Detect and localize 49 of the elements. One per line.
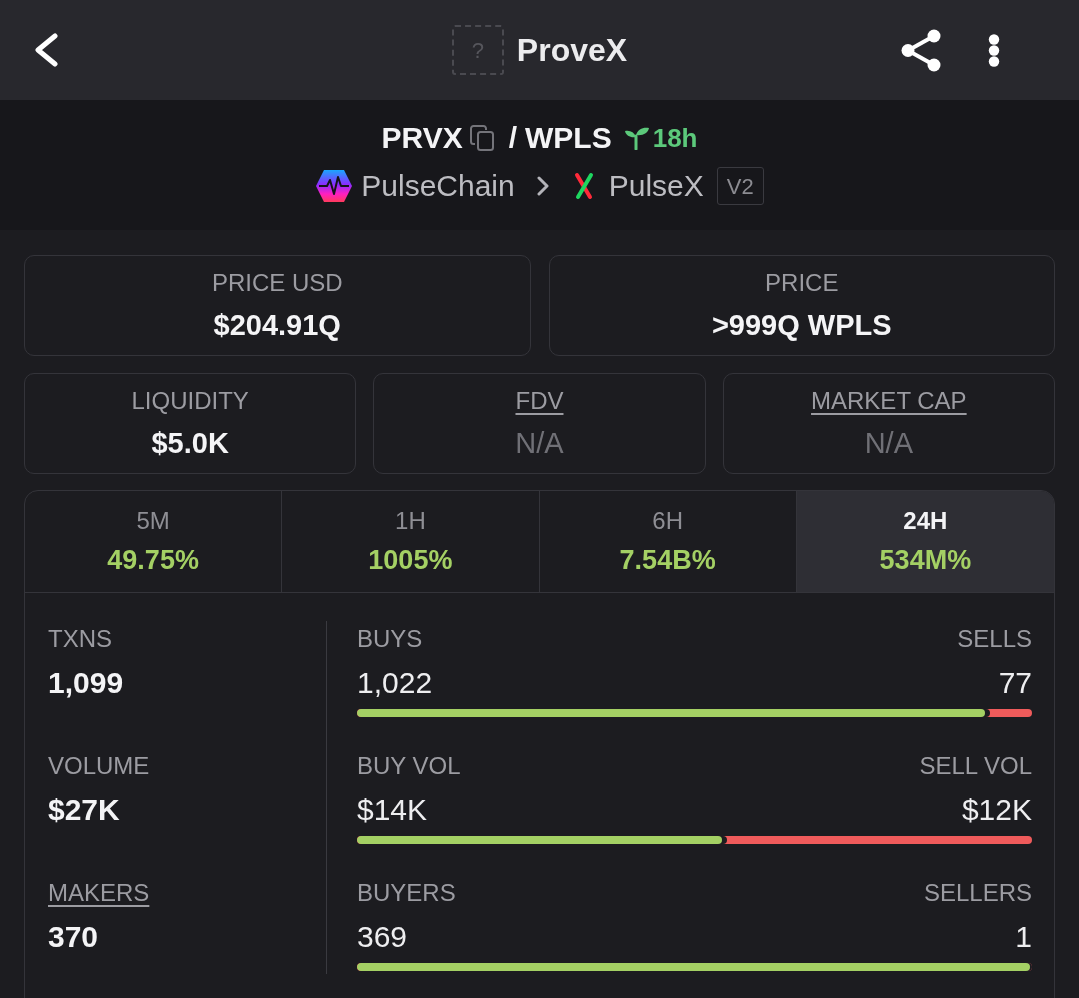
token-placeholder-icon: ?	[451, 25, 504, 75]
card-label: PRICE	[765, 268, 839, 298]
card-value: $204.91Q	[213, 308, 341, 343]
share-icon[interactable]	[900, 28, 942, 72]
card-label: MARKET CAP	[811, 386, 967, 416]
card-value: $5.0K	[151, 426, 229, 461]
timeframe-tab[interactable]: 24H 534M%	[796, 491, 1054, 592]
sell-value: 77	[998, 665, 1032, 701]
card-label: LIQUIDITY	[131, 386, 249, 416]
copy-icon[interactable]	[469, 125, 494, 151]
base-token-symbol: PRVX	[381, 120, 463, 156]
buy-label: BUYS	[357, 624, 423, 654]
timeframe-tab[interactable]: 6H 7.54B%	[539, 491, 797, 592]
card-value: >999Q WPLS	[711, 308, 892, 343]
sell-label: SELLS	[957, 624, 1032, 654]
timeframe-tab[interactable]: 1H 1005%	[282, 491, 540, 592]
buy-value: 1,022	[357, 665, 433, 701]
chain-name[interactable]: PulseChain	[361, 168, 515, 204]
dex-logo-icon	[572, 172, 595, 200]
sell-label: SELLERS	[923, 878, 1032, 908]
sell-value: 1	[1015, 919, 1032, 955]
timeframe-tab[interactable]: 5M 49.75%	[25, 491, 283, 592]
sprout-icon	[623, 126, 650, 150]
sell-value: $12K	[961, 792, 1032, 828]
version-badge: V2	[716, 167, 764, 205]
buy-value: 369	[357, 919, 408, 955]
sell-label: SELL VOL	[919, 751, 1032, 781]
dex-name[interactable]: PulseX	[608, 168, 704, 204]
buy-label: BUYERS	[357, 878, 456, 908]
stat-value: 370	[48, 919, 99, 955]
back-icon[interactable]	[32, 33, 60, 67]
stat-label: VOLUME	[48, 751, 150, 781]
buy-value: $14K	[357, 792, 428, 828]
card-label: FDV	[515, 386, 564, 416]
card-value: N/A	[864, 426, 913, 461]
stat-value: $27K	[48, 792, 120, 828]
stat-label: TXNS	[48, 624, 112, 654]
chevron-right-icon	[536, 176, 549, 196]
chain-logo-icon	[315, 169, 354, 203]
buy-label: BUY VOL	[357, 751, 461, 781]
pair-age: 18h	[652, 122, 698, 154]
stat-value: 1,099	[48, 665, 124, 701]
quote-token-symbol: WPLS	[525, 120, 612, 156]
pair-separator: /	[508, 120, 517, 156]
card-value: N/A	[515, 426, 564, 461]
card-label: PRICE USD	[211, 268, 343, 298]
stat-label: MAKERS	[48, 878, 150, 908]
page-title: ProveX	[516, 31, 628, 70]
more-options-icon[interactable]	[988, 33, 1000, 67]
